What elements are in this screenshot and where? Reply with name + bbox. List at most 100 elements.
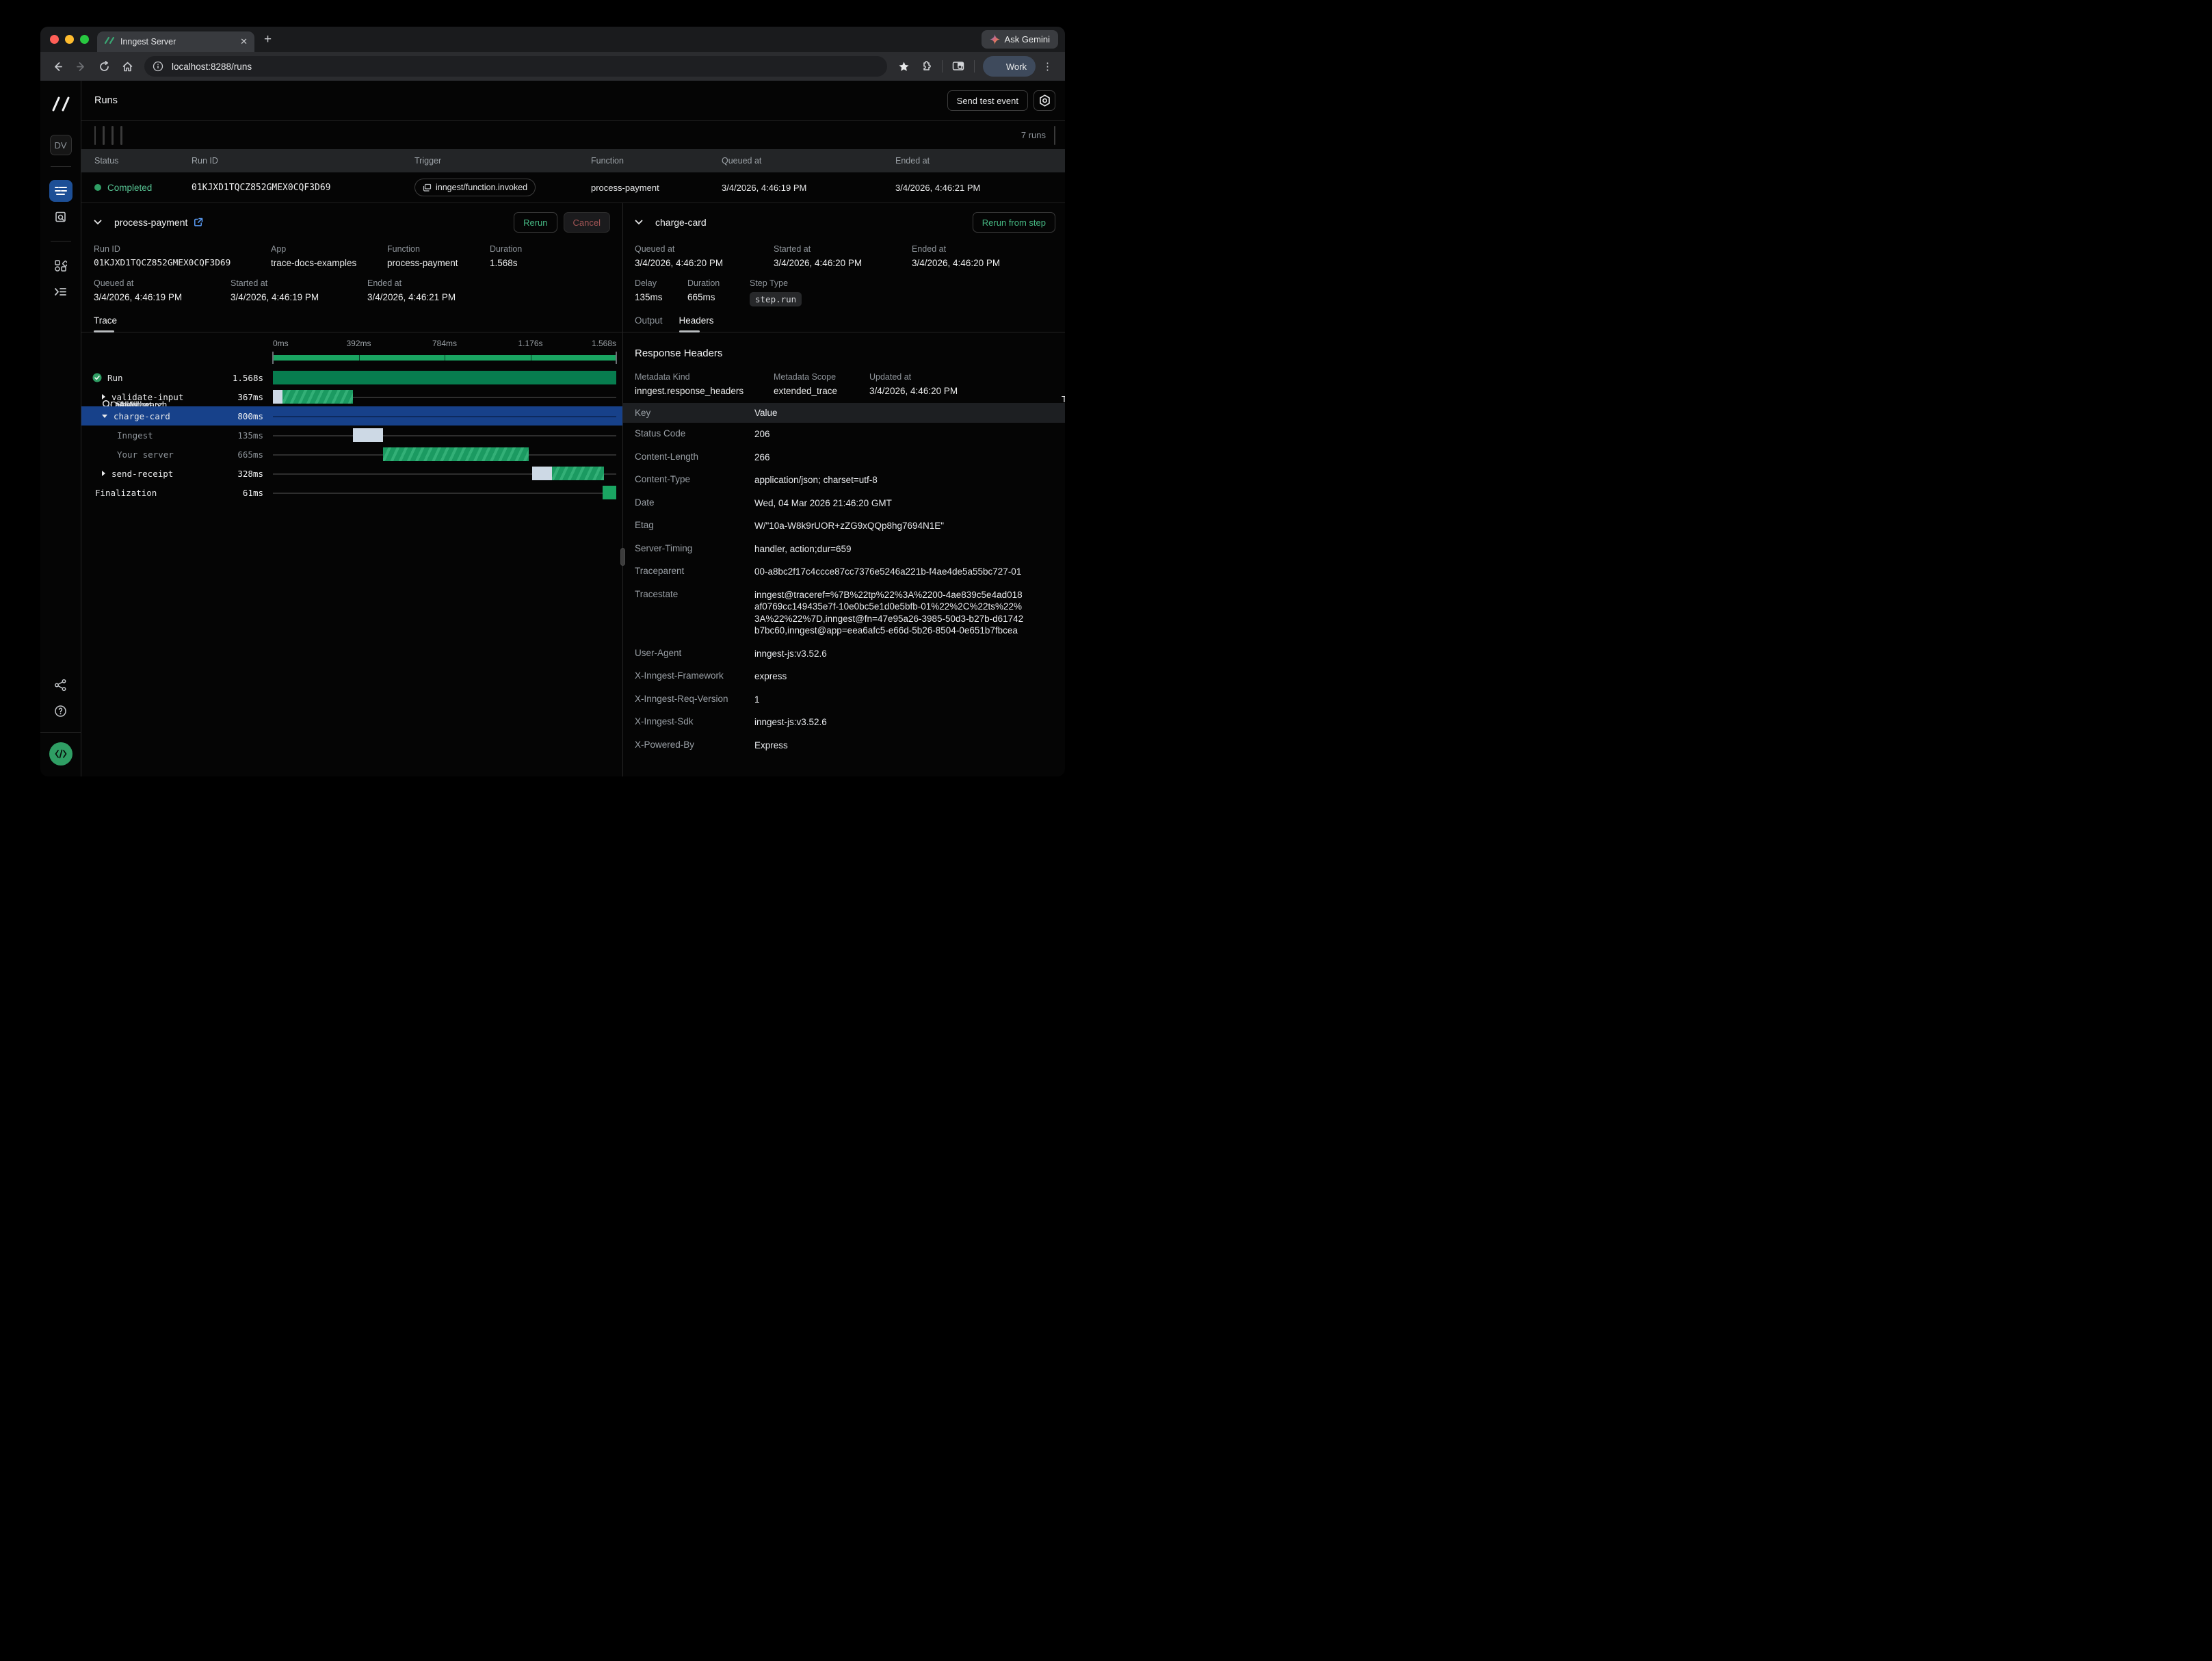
avatar: [986, 59, 1001, 75]
header-row: X-Inngest-Frameworkexpress: [623, 665, 1065, 688]
dev-tools-button[interactable]: [49, 742, 73, 766]
status-filter: Status All: [111, 126, 114, 145]
run-id-value: 01KJXD1TQCZ852GMEX0CQF3D69: [94, 258, 271, 268]
rerun-button[interactable]: Rerun: [514, 212, 557, 233]
env-badge[interactable]: DV: [50, 135, 72, 155]
pane-resize-handle[interactable]: [620, 548, 625, 566]
tab-headers[interactable]: Headers: [679, 315, 714, 332]
header-row: Content-Typeapplication/json; charset=ut…: [623, 469, 1065, 492]
table-columns-dropdown[interactable]: Table columns: [1054, 126, 1055, 145]
trace-bar-segment: [273, 371, 616, 384]
sidebar-item-search[interactable]: [49, 206, 73, 228]
gemini-sparkle-icon: [990, 34, 1000, 44]
browser-window: Inngest Server ✕ + Ask Gemini: [40, 27, 1065, 776]
trigger-badge[interactable]: inngest/function.invoked: [414, 179, 536, 196]
table-header: Status Run ID Trigger Function Queued at…: [81, 149, 1065, 172]
header-row: Status Code206: [623, 423, 1065, 446]
trace-bar-segment: [552, 467, 604, 480]
app-filter: App All: [120, 126, 122, 145]
header-row: Traceparent00-a8bc2f17c4ccce87cc7376e524…: [623, 560, 1065, 584]
header-row: X-Inngest-Req-Version1: [623, 688, 1065, 711]
run-detail-pane: process-payment Rerun Cancel Run ID 01KJ…: [81, 202, 623, 776]
chevron-right-icon[interactable]: [101, 470, 106, 477]
trace-bar-segment: [273, 390, 282, 404]
open-run-external-icon[interactable]: [194, 218, 203, 227]
collapse-step-chevron[interactable]: [635, 220, 643, 225]
function-name: process-payment: [591, 183, 722, 193]
address-bar[interactable]: localhost:8288/runs: [144, 56, 887, 77]
trace-waterfall: 0ms 392ms 784ms 1.176s 1.568s: [81, 332, 622, 776]
trace-row-inngest[interactable]: Inngest 135ms: [81, 426, 622, 445]
timeline-minimap[interactable]: [273, 355, 616, 361]
headers-table: Key Value Status Code206 Content-Length2…: [623, 403, 1065, 757]
queued-at: 3/4/2026, 4:46:19 PM: [722, 183, 895, 193]
cancel-button[interactable]: Cancel: [564, 212, 610, 233]
sidebar-item-runs[interactable]: [49, 180, 73, 202]
header-row: User-Agentinngest-js:v3.52.6: [623, 642, 1065, 666]
header-row: Content-Length266: [623, 446, 1065, 469]
inngest-logo: [51, 96, 71, 116]
tab-output[interactable]: Output: [635, 315, 663, 332]
browser-toolbar: localhost:8288/runs Work ⋮: [40, 52, 1065, 81]
chevron-down-icon[interactable]: [101, 414, 108, 419]
ask-gemini-button[interactable]: Ask Gemini: [982, 30, 1058, 49]
profile-button[interactable]: Work: [983, 56, 1036, 77]
settings-hex-icon: [1039, 94, 1051, 107]
collapse-run-chevron[interactable]: [94, 220, 102, 225]
header-row: X-Powered-ByExpress: [623, 734, 1065, 757]
close-tab-icon[interactable]: ✕: [240, 36, 248, 47]
send-test-event-button[interactable]: Send test event: [947, 90, 1028, 111]
help-button[interactable]: [49, 700, 73, 722]
app-sidebar: DV: [40, 81, 81, 776]
step-detail-pane: charge-card Rerun from step Queued at 3/…: [623, 202, 1065, 776]
trace-bar-segment: [353, 428, 382, 442]
event-icon: [423, 183, 432, 192]
run-check-icon: [92, 373, 102, 382]
app-link[interactable]: trace-docs-examples: [271, 258, 387, 268]
trace-row-finalization[interactable]: Finalization 61ms: [81, 483, 622, 502]
trace-row-send-receipt[interactable]: send-receipt 328ms: [81, 464, 622, 483]
show-search-button[interactable]: Show search: [94, 126, 96, 145]
back-button[interactable]: [47, 56, 68, 77]
rerun-from-step-button[interactable]: Rerun from step: [973, 212, 1055, 233]
forward-button[interactable]: [70, 56, 91, 77]
table-row[interactable]: Completed 01KJXD1TQCZ852GMEX0CQF3D69 inn…: [81, 172, 1065, 202]
function-link[interactable]: process-payment: [387, 258, 490, 268]
close-window-button[interactable]: [50, 35, 59, 44]
new-tab-button[interactable]: +: [264, 32, 272, 47]
tab-strip: Inngest Server ✕ + Ask Gemini: [40, 27, 1065, 52]
search-tabs-icon[interactable]: [948, 56, 969, 77]
share-button[interactable]: [49, 674, 73, 696]
url-text: localhost:8288/runs: [172, 62, 252, 72]
response-headers-title: Response Headers: [635, 348, 1065, 359]
minimize-window-button[interactable]: [65, 35, 74, 44]
time-filter: Queued at Last 3d: [103, 126, 105, 145]
tab-trace[interactable]: Trace: [94, 315, 117, 332]
trace-row-charge-card[interactable]: charge-card 800ms: [81, 406, 622, 426]
extensions-icon[interactable]: [916, 56, 936, 77]
chevron-right-icon[interactable]: [101, 393, 106, 400]
headers-table-header: Key Value: [623, 403, 1065, 423]
zoom-window-button[interactable]: [80, 35, 89, 44]
trace-row-validate-input[interactable]: validate-input 367ms: [81, 387, 622, 406]
trace-row-your-server[interactable]: Your server 665ms: [81, 445, 622, 464]
header-row: X-Inngest-Sdkinngest-js:v3.52.6: [623, 711, 1065, 734]
settings-button[interactable]: [1033, 90, 1055, 111]
sidebar-item-events[interactable]: [49, 280, 73, 302]
run-id: 01KJXD1TQCZ852GMEX0CQF3D69: [192, 183, 414, 193]
bookmark-star-icon[interactable]: [894, 56, 914, 77]
trace-row-run[interactable]: Run 1.568s: [81, 368, 622, 387]
timeline-axis: 0ms 392ms 784ms 1.176s 1.568s: [273, 339, 616, 348]
duration-value: 1.568s: [490, 258, 522, 268]
header-row: DateWed, 04 Mar 2026 21:46:20 GMT: [623, 492, 1065, 515]
header-row: EtagW/"10a-W8k9rUOR+zZG9xQQp8hg7694N1E": [623, 514, 1065, 538]
sidebar-item-apps[interactable]: [49, 254, 73, 276]
ended-at: 3/4/2026, 4:46:21 PM: [895, 183, 1065, 193]
trace-bar-segment: [603, 486, 616, 499]
trace-bar-segment: [532, 467, 552, 480]
step-title: charge-card: [655, 217, 707, 228]
header-row: Tracestateinngest@traceref=%7B%22tp%22%3…: [623, 584, 1065, 642]
run-title: process-payment: [114, 217, 187, 228]
step-type-chip: step.run: [750, 292, 802, 306]
window-controls: [40, 35, 97, 44]
